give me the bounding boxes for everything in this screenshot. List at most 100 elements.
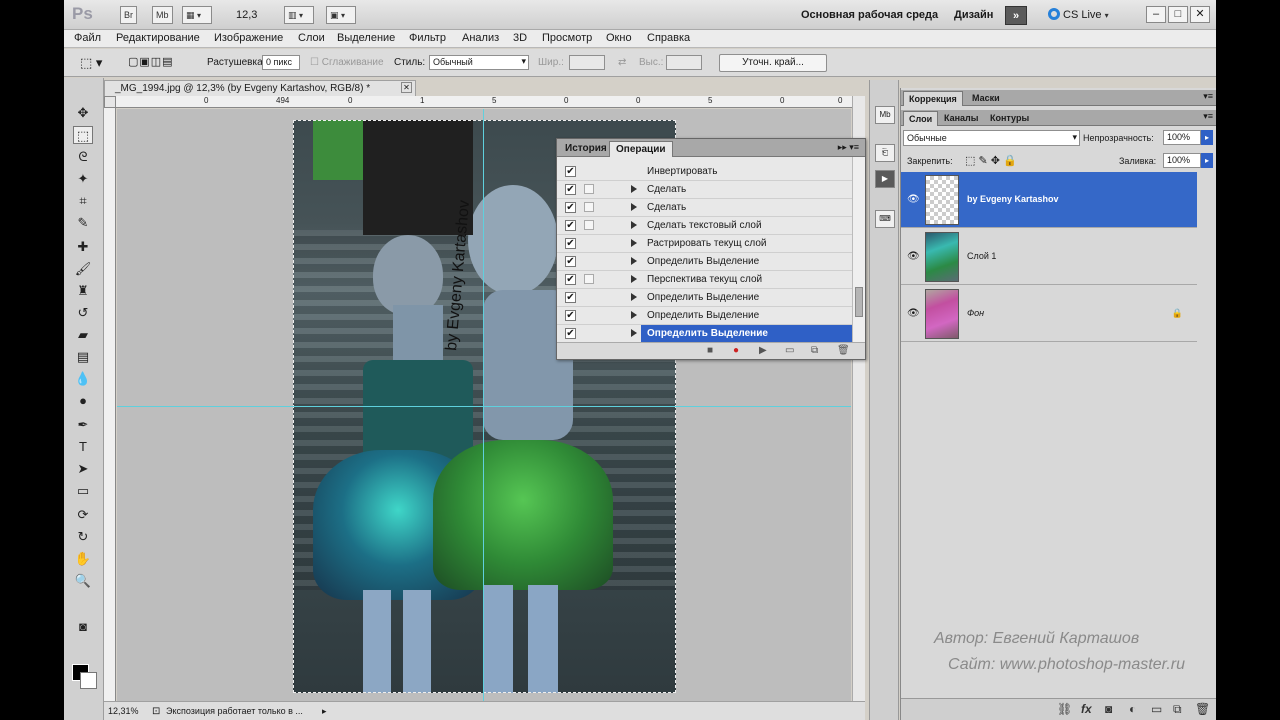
toggle-checkbox[interactable]: ✔ xyxy=(565,328,576,339)
close-document-icon[interactable]: ✕ xyxy=(401,82,412,93)
dodge-tool-icon[interactable]: ● xyxy=(73,392,93,410)
new-layer-icon[interactable]: ⧉ xyxy=(1173,702,1182,717)
shape-tool-icon[interactable]: ▭ xyxy=(73,482,93,500)
opacity-slider-arrow[interactable]: ▸ xyxy=(1201,130,1213,145)
marquee-tool-preset-icon[interactable]: ⬚ ▾ xyxy=(80,55,102,71)
status-icon[interactable]: ⊡ xyxy=(152,706,160,717)
toggle-checkbox[interactable]: ✔ xyxy=(565,310,576,321)
workspace-essentials[interactable]: Основная рабочая среда xyxy=(801,9,938,21)
layer-row[interactable]: 👁 Слой 1 xyxy=(901,229,1197,285)
action-row[interactable]: ✔ Растрировать текущ слой xyxy=(557,235,853,253)
minibridge-panel-icon[interactable]: Mb xyxy=(875,106,895,124)
action-row[interactable]: ✔ Сделать xyxy=(557,199,853,217)
action-row[interactable]: ✔ Определить Выделение xyxy=(557,325,853,343)
layer-row[interactable]: 👁 Фон 🔒 xyxy=(901,286,1197,342)
panel-menu-icon[interactable]: ▸▸ ▾≡ xyxy=(838,142,859,153)
panel-menu-icon[interactable]: ▾≡ xyxy=(1203,111,1213,122)
toggle-checkbox[interactable]: ✔ xyxy=(565,238,576,249)
refine-edge-button[interactable]: Уточн. край... xyxy=(719,54,827,72)
play-icon[interactable]: ▶ xyxy=(759,345,767,356)
lock-icons[interactable]: ⬚ ✎ ✥ 🔒 xyxy=(965,154,1017,167)
panel-menu-icon[interactable]: ▾≡ xyxy=(1203,91,1213,102)
menu-3d[interactable]: 3D xyxy=(513,32,527,44)
expand-triangle-icon[interactable] xyxy=(631,257,637,265)
scroll-thumb[interactable] xyxy=(855,287,863,317)
more-workspaces-button[interactable]: » xyxy=(1005,6,1027,25)
horizontal-ruler[interactable]: 0 494 0 1 5 0 0 5 0 0 xyxy=(116,96,852,108)
layer-row[interactable]: 👁 by Evgeny Kartashov xyxy=(901,172,1197,228)
toggle-checkbox[interactable]: ✔ xyxy=(565,202,576,213)
menu-layers[interactable]: Слои xyxy=(298,32,325,44)
menu-view[interactable]: Просмотр xyxy=(542,32,592,44)
style-select[interactable]: Обычный ▾ xyxy=(429,55,529,70)
new-action-icon[interactable]: ⧉ xyxy=(811,345,818,356)
expand-triangle-icon[interactable] xyxy=(631,275,637,283)
blur-tool-icon[interactable]: 💧 xyxy=(73,370,93,388)
tab-adjustments[interactable]: Коррекция xyxy=(903,91,963,106)
minibridge-button[interactable]: Mb xyxy=(152,6,173,24)
move-tool-icon[interactable]: ✥ xyxy=(73,104,93,122)
delete-layer-icon[interactable]: 🗑 xyxy=(1195,702,1210,716)
toggle-checkbox[interactable]: ✔ xyxy=(565,256,576,267)
eye-icon[interactable]: 👁 xyxy=(907,251,920,262)
arrange-documents-button[interactable]: ▥ ▾ xyxy=(284,6,314,24)
add-mask-icon[interactable]: ◙ xyxy=(1105,702,1112,716)
crop-tool-icon[interactable]: ⌗ xyxy=(73,192,93,210)
action-row[interactable]: ✔ Инвертировать xyxy=(557,163,853,181)
fill-slider-arrow[interactable]: ▸ xyxy=(1201,153,1213,168)
action-row[interactable]: ✔ Сделать текстовый слой xyxy=(557,217,853,235)
zoom-tool-icon[interactable]: 🔍 xyxy=(73,572,93,590)
opacity-input[interactable]: 100% xyxy=(1163,130,1201,145)
vertical-ruler[interactable] xyxy=(104,108,116,701)
menu-help[interactable]: Справка xyxy=(647,32,690,44)
link-layers-icon[interactable]: ⛓ xyxy=(1057,702,1072,716)
action-row[interactable]: ✔ Определить Выделение xyxy=(557,289,853,307)
fill-input[interactable]: 100% xyxy=(1163,153,1201,168)
status-zoom[interactable]: 12,31% xyxy=(108,706,139,716)
expand-triangle-icon[interactable] xyxy=(631,311,637,319)
toggle-checkbox[interactable]: ✔ xyxy=(565,166,576,177)
eyedropper-tool-icon[interactable]: ✎ xyxy=(73,214,93,232)
action-row[interactable]: ✔ Определить Выделение xyxy=(557,253,853,271)
quick-select-tool-icon[interactable]: ✦ xyxy=(73,170,93,188)
brush-tool-icon[interactable]: 🖌 xyxy=(73,260,93,278)
dialog-toggle[interactable] xyxy=(584,220,594,230)
menu-analysis[interactable]: Анализ xyxy=(462,32,499,44)
new-group-icon[interactable]: ▭ xyxy=(1151,702,1162,716)
status-arrow-icon[interactable]: ▸ xyxy=(322,706,327,717)
actions-panel-icon[interactable]: ▶ xyxy=(875,170,895,188)
tab-channels[interactable]: Каналы xyxy=(939,111,983,126)
ruler-origin[interactable] xyxy=(104,96,116,108)
menu-window[interactable]: Окно xyxy=(606,32,632,44)
pen-tool-icon[interactable]: ✒ xyxy=(73,416,93,434)
swap-icon[interactable]: ⇄ xyxy=(618,57,626,68)
history-brush-tool-icon[interactable]: ↺ xyxy=(73,304,93,322)
record-icon[interactable]: ● xyxy=(733,345,739,356)
healing-brush-tool-icon[interactable]: ✚ xyxy=(73,238,93,256)
eraser-tool-icon[interactable]: ▰ xyxy=(73,326,93,344)
lasso-tool-icon[interactable]: ᘓ xyxy=(73,148,93,166)
screen-mode-button[interactable]: ▣ ▾ xyxy=(326,6,356,24)
close-button[interactable]: ✕ xyxy=(1190,6,1210,23)
adjustment-layer-icon[interactable]: ◐ xyxy=(1129,702,1136,716)
eye-icon[interactable]: 👁 xyxy=(907,194,920,205)
stamp-tool-icon[interactable]: ♜ xyxy=(73,282,93,300)
vertical-guide[interactable] xyxy=(483,109,484,701)
path-select-tool-icon[interactable]: ➤ xyxy=(73,460,93,478)
expand-triangle-icon[interactable] xyxy=(631,203,637,211)
3d-rotate-tool-icon[interactable]: ⟳ xyxy=(73,506,93,524)
antialias-checkbox[interactable]: ☐ Сглаживание xyxy=(310,57,384,68)
tab-history[interactable]: История xyxy=(559,141,613,157)
selection-mode-icons[interactable]: ▢▣◫▤ xyxy=(128,55,174,68)
dialog-toggle[interactable] xyxy=(584,274,594,284)
3d-orbit-tool-icon[interactable]: ↻ xyxy=(73,528,93,546)
tab-actions[interactable]: Операции xyxy=(609,141,673,157)
delete-icon[interactable]: 🗑 xyxy=(837,345,850,356)
gradient-tool-icon[interactable]: ▤ xyxy=(73,348,93,366)
fx-icon[interactable]: fx xyxy=(1081,702,1092,716)
marquee-tool-icon[interactable]: ⬚ xyxy=(73,126,93,144)
expand-triangle-icon[interactable] xyxy=(631,293,637,301)
quick-mask-icon[interactable]: ◙ xyxy=(73,618,93,636)
toggle-checkbox[interactable]: ✔ xyxy=(565,274,576,285)
height-input[interactable] xyxy=(666,55,702,70)
